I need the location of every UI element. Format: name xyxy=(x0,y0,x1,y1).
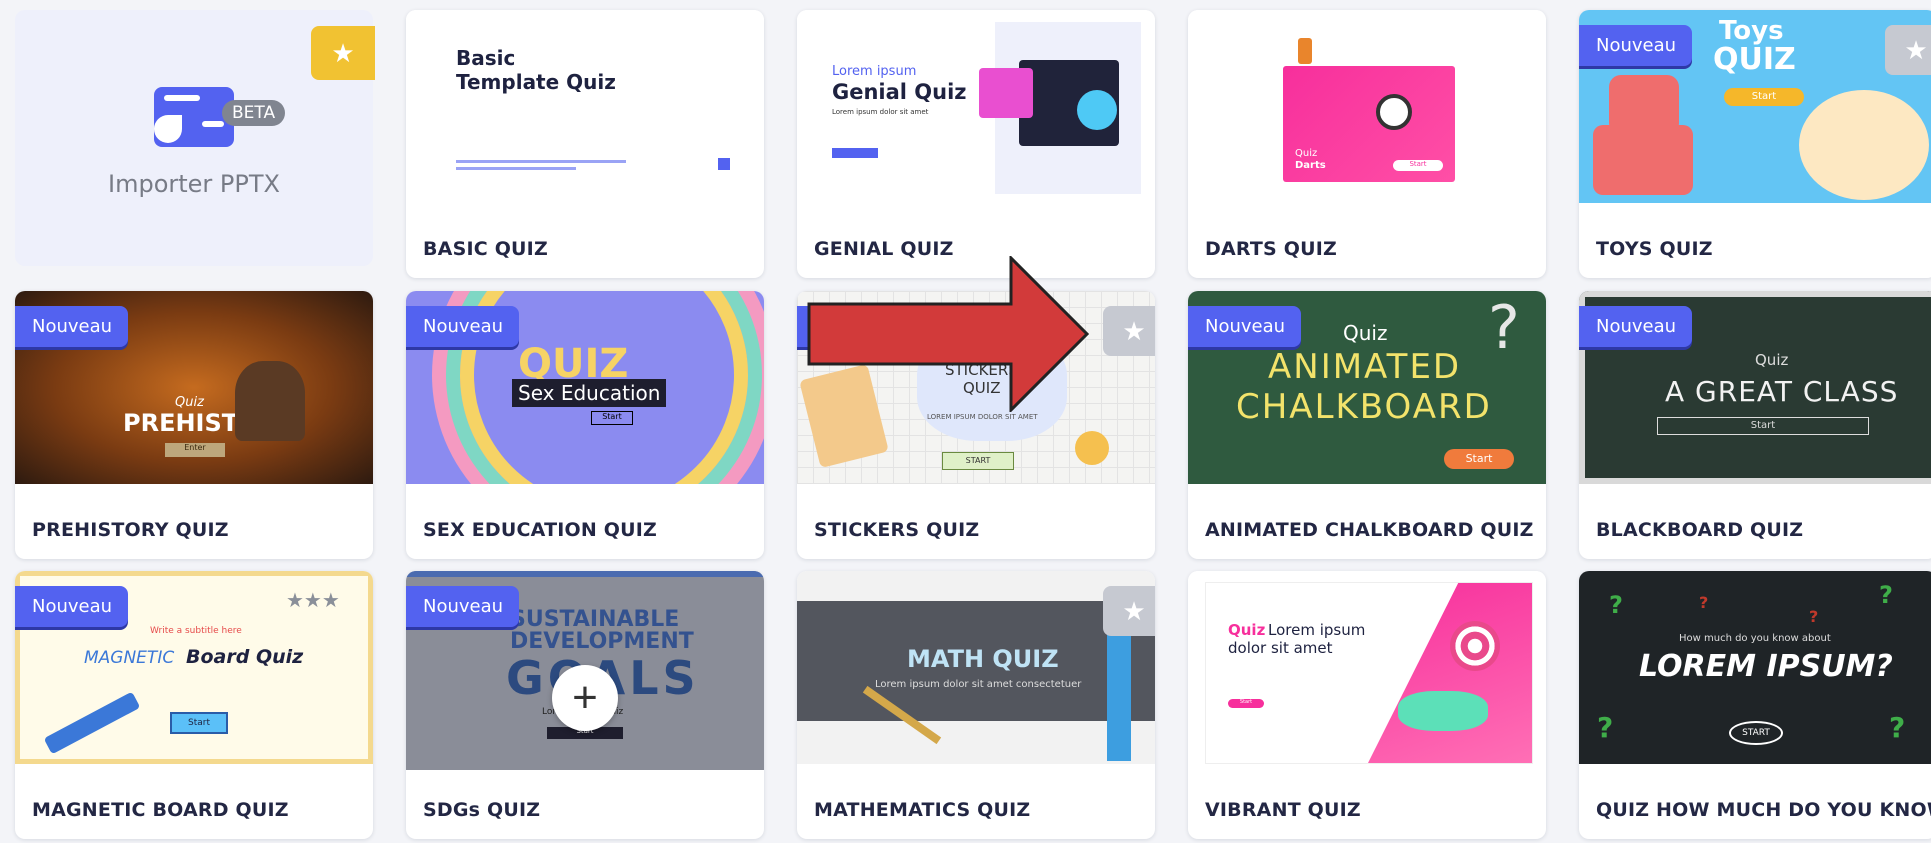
question-mark-doodle: ? xyxy=(1699,593,1709,612)
favorite-star-button[interactable]: ★ xyxy=(311,26,375,80)
template-card[interactable]: Quiz A GREAT CLASS Start Nouveau BLACKBO… xyxy=(1579,291,1931,559)
template-title: BASIC QUIZ xyxy=(423,238,548,260)
thumb-button: Start xyxy=(1228,699,1264,708)
template-card[interactable]: Quiz Lorem ipsum dolor sit amet Start VI… xyxy=(1188,571,1546,839)
question-mark-doodle: ? xyxy=(1879,581,1893,609)
thumb-heading: Genial Quiz xyxy=(832,80,967,104)
thumb-heading: Basic xyxy=(456,46,516,70)
red-arrow-annotation xyxy=(807,256,1089,412)
thumb-text: Lorem ipsum xyxy=(1268,621,1366,639)
beta-badge: BETA xyxy=(222,100,286,126)
template-card[interactable]: Quiz ANIMATED CHALKBOARD Start ? Nouveau… xyxy=(1188,291,1546,559)
template-thumbnail: Quiz Lorem ipsum dolor sit amet Start xyxy=(1188,571,1546,764)
template-card[interactable]: Quiz Darts Start DARTS QUIZ xyxy=(1188,10,1546,278)
favorite-star-button[interactable]: ★ xyxy=(1103,306,1155,356)
template-thumbnail: MATH QUIZ Lorem ipsum dolor sit amet con… xyxy=(797,571,1155,764)
question-mark-doodle: ? xyxy=(1488,293,1520,363)
template-thumbnail: Basic Template Quiz xyxy=(406,10,764,203)
thumb-heading: CHALKBOARD xyxy=(1236,387,1492,427)
thumb-button: Start xyxy=(1724,88,1804,106)
star-icon: ★ xyxy=(1122,595,1146,626)
template-title: SDGs QUIZ xyxy=(423,799,541,821)
template-card[interactable]: SUSTAINABLE DEVELOPMENT GOALS Lorem ipsu… xyxy=(406,571,764,839)
thumb-text: Write a subtitle here xyxy=(150,626,242,636)
template-thumbnail: Quiz Darts Start xyxy=(1188,10,1546,203)
thumb-button: START xyxy=(942,452,1014,470)
template-card[interactable]: Basic Template Quiz BASIC QUIZ xyxy=(406,10,764,278)
thumb-button: Start xyxy=(1393,160,1443,171)
thumb-heading: MAGNETIC xyxy=(84,648,175,668)
thumb-text: dolor sit amet xyxy=(1228,639,1333,657)
template-card[interactable]: Write a subtitle here MAGNETIC Board Qui… xyxy=(15,571,373,839)
thumb-heading: MATH QUIZ xyxy=(907,645,1059,673)
template-title: TOYS QUIZ xyxy=(1596,238,1713,260)
thumb-text: Lorem ipsum xyxy=(832,64,917,79)
star-icon: ★ xyxy=(1122,315,1146,346)
template-grid: BETA Importer PPTX ★ Basic Template Quiz… xyxy=(0,0,1931,843)
add-template-button[interactable]: + xyxy=(552,665,618,731)
question-mark-doodle: ? xyxy=(1809,607,1819,626)
thumb-text: Lorem ipsum dolor sit amet xyxy=(832,108,929,116)
importer-label: Importer PPTX xyxy=(108,170,280,198)
star-icon: ★ xyxy=(1904,34,1928,65)
star-icon: ★ xyxy=(331,37,355,68)
importer-pptx-card[interactable]: BETA Importer PPTX ★ xyxy=(15,10,375,266)
template-card[interactable]: MATH QUIZ Lorem ipsum dolor sit amet con… xyxy=(797,571,1155,839)
template-title: VIBRANT QUIZ xyxy=(1205,799,1361,821)
new-badge: Nouveau xyxy=(1579,25,1693,66)
thumb-text: Quiz xyxy=(1295,148,1318,159)
new-badge: Nouveau xyxy=(15,306,129,347)
question-mark-doodle: ? xyxy=(1597,711,1614,744)
template-title: DARTS QUIZ xyxy=(1205,238,1337,260)
template-title: MAGNETIC BOARD QUIZ xyxy=(32,799,289,821)
thumb-button: Enter xyxy=(165,443,225,457)
template-title: STICKERS QUIZ xyxy=(814,519,980,541)
thumb-text: How much do you know about xyxy=(1679,633,1831,644)
question-mark-doodle: ? xyxy=(1889,711,1906,744)
template-thumbnail: Lorem ipsum Genial Quiz Lorem ipsum dolo… xyxy=(797,10,1155,203)
thumb-heading: Template Quiz xyxy=(456,70,616,94)
favorite-star-button[interactable]: ★ xyxy=(1885,25,1931,75)
thumb-button: Start xyxy=(1444,449,1514,469)
thumb-text: Darts xyxy=(1295,160,1326,171)
thumb-heading: Board Quiz xyxy=(186,646,304,668)
thumb-heading: A GREAT CLASS xyxy=(1665,375,1899,408)
template-thumbnail: How much do you know about LOREM IPSUM? … xyxy=(1579,571,1931,764)
template-card[interactable]: How much do you know about LOREM IPSUM? … xyxy=(1579,571,1931,839)
new-badge: Nouveau xyxy=(1579,306,1693,347)
thumb-heading: ANIMATED xyxy=(1268,347,1462,387)
thumb-heading: Sex Education xyxy=(512,379,667,407)
template-title: SEX EDUCATION QUIZ xyxy=(423,519,658,541)
template-card[interactable]: QUIZ Sex Education Start Nouveau SEX EDU… xyxy=(406,291,764,559)
question-mark-doodle: ? xyxy=(1609,591,1623,619)
thumb-text: Lorem ipsum dolor sit amet consectetuer xyxy=(875,679,1082,690)
new-badge: Nouveau xyxy=(15,586,129,627)
template-title: ANIMATED CHALKBOARD QUIZ xyxy=(1205,519,1534,541)
plus-icon: + xyxy=(572,673,598,722)
thumb-text: Quiz xyxy=(175,395,204,410)
thumb-button: Start xyxy=(591,411,633,425)
favorite-star-button[interactable]: ★ xyxy=(1103,586,1155,636)
thumb-text: Quiz xyxy=(1755,351,1789,369)
thumb-text: Quiz xyxy=(1228,621,1266,639)
template-card[interactable]: Quiz PREHISTORY Enter Nouveau PREHISTORY… xyxy=(15,291,373,559)
template-card[interactable]: Lorem ipsum Genial Quiz Lorem ipsum dolo… xyxy=(797,10,1155,278)
thumb-button: Start xyxy=(1657,417,1869,435)
new-badge: Nouveau xyxy=(1188,306,1302,347)
thumb-heading: LOREM IPSUM? xyxy=(1639,649,1893,684)
template-title: QUIZ HOW MUCH DO YOU KNOW xyxy=(1596,799,1931,821)
thumb-text: LOREM IPSUM DOLOR SIT AMET xyxy=(927,413,1038,421)
new-badge: Nouveau xyxy=(406,586,520,627)
template-title: BLACKBOARD QUIZ xyxy=(1596,519,1804,541)
new-badge: Nouveau xyxy=(406,306,520,347)
template-card[interactable]: Toys QUIZ Start Nouveau ★ TOYS QUIZ xyxy=(1579,10,1931,278)
thumb-text: Quiz xyxy=(1343,321,1388,345)
thumb-button: START xyxy=(1729,721,1783,745)
template-title: PREHISTORY QUIZ xyxy=(32,519,229,541)
rating-stars: ★★★ xyxy=(286,588,340,612)
thumb-heading: QUIZ xyxy=(1713,42,1796,77)
template-title: MATHEMATICS QUIZ xyxy=(814,799,1031,821)
thumb-button: Start xyxy=(170,712,228,734)
